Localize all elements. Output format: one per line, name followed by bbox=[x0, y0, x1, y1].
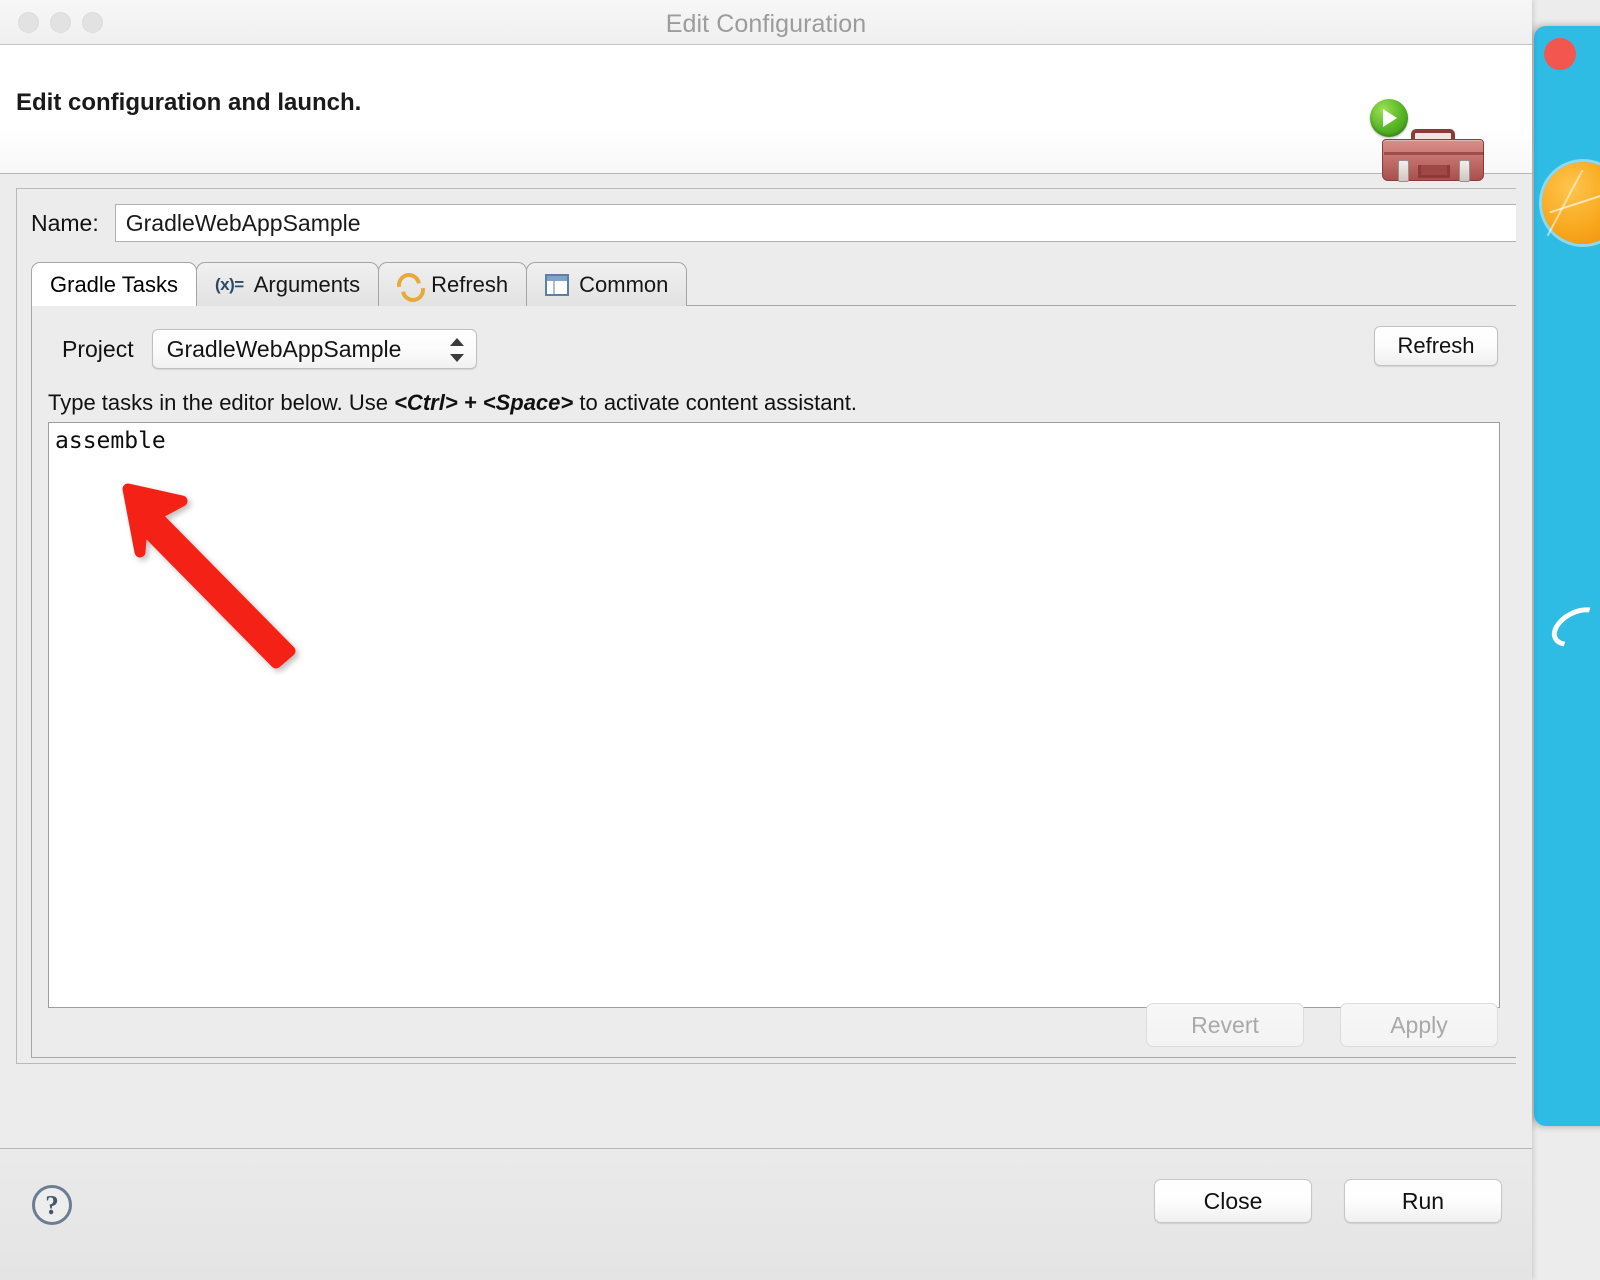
close-button[interactable]: Close bbox=[1154, 1179, 1312, 1223]
arguments-icon: (x)= bbox=[214, 274, 244, 294]
help-icon[interactable]: ? bbox=[32, 1185, 72, 1225]
apply-bar: Revert Apply bbox=[1146, 1003, 1498, 1047]
tab-refresh[interactable]: Refresh bbox=[378, 262, 528, 306]
name-input[interactable] bbox=[114, 204, 1516, 242]
common-table-icon bbox=[545, 273, 570, 296]
editor-hint: Type tasks in the editor below. Use <Ctr… bbox=[32, 390, 1516, 416]
dialog-content: Name: Gradle Tasks (x)= Arguments bbox=[0, 174, 1532, 1088]
tab-common-label: Common bbox=[579, 271, 669, 297]
name-label: Name: bbox=[31, 209, 99, 236]
apply-button[interactable]: Apply bbox=[1340, 1003, 1498, 1047]
tab-gradle-tasks[interactable]: Gradle Tasks bbox=[31, 262, 197, 306]
gradle-tasks-panel: Project GradleWebAppSample Refresh Type … bbox=[31, 305, 1516, 1058]
tab-arguments-label: Arguments bbox=[253, 271, 361, 297]
toolbox-lid-line bbox=[1384, 152, 1484, 155]
background-window-swoosh-icon bbox=[1545, 599, 1600, 655]
header-icon-group bbox=[1368, 59, 1488, 182]
tasks-editor[interactable]: assemble bbox=[48, 422, 1500, 1008]
project-select-value: GradleWebAppSample bbox=[166, 335, 402, 362]
title-bar[interactable]: Edit Configuration bbox=[0, 0, 1532, 45]
dialog-header: Edit configuration and launch. bbox=[0, 45, 1532, 182]
background-window-close-icon[interactable] bbox=[1544, 38, 1576, 70]
project-select[interactable]: GradleWebAppSample bbox=[151, 329, 477, 369]
tab-common[interactable]: Common bbox=[526, 262, 688, 306]
tab-strip: Gradle Tasks (x)= Arguments Refresh Comm… bbox=[31, 261, 1516, 306]
background-window[interactable] bbox=[1534, 26, 1600, 1126]
tab-refresh-label: Refresh bbox=[431, 271, 509, 297]
project-label: Project bbox=[62, 335, 134, 362]
editor-hint-prefix: Type tasks in the editor below. Use bbox=[48, 390, 395, 415]
editor-hint-keys: <Ctrl> + <Space> bbox=[394, 390, 574, 415]
footer-actions: Close Run bbox=[1154, 1179, 1502, 1223]
tasks-editor-text: assemble bbox=[55, 428, 166, 454]
background-window-logo-icon bbox=[1542, 162, 1600, 244]
name-row: Name: bbox=[31, 203, 1516, 243]
project-row: Project GradleWebAppSample bbox=[32, 326, 1516, 372]
revert-button[interactable]: Revert bbox=[1146, 1003, 1304, 1047]
screen: Edit Configuration Edit configuration an… bbox=[0, 0, 1600, 1280]
refresh-button[interactable]: Refresh bbox=[1374, 326, 1498, 366]
editor-hint-suffix: to activate content assistant. bbox=[573, 390, 857, 415]
chevron-updown-icon bbox=[449, 337, 464, 363]
window-title: Edit Configuration bbox=[665, 10, 867, 38]
tab-gradle-tasks-label: Gradle Tasks bbox=[50, 271, 178, 297]
page-title: Edit configuration and launch. bbox=[16, 89, 362, 116]
edit-configuration-dialog: Edit Configuration Edit configuration an… bbox=[0, 0, 1532, 1280]
tab-arguments[interactable]: (x)= Arguments bbox=[195, 262, 380, 306]
configuration-form: Name: Gradle Tasks (x)= Arguments bbox=[16, 188, 1516, 1064]
dialog-footer: ? Close Run bbox=[0, 1148, 1532, 1280]
run-button[interactable]: Run bbox=[1344, 1179, 1502, 1223]
refresh-icon bbox=[397, 273, 421, 297]
